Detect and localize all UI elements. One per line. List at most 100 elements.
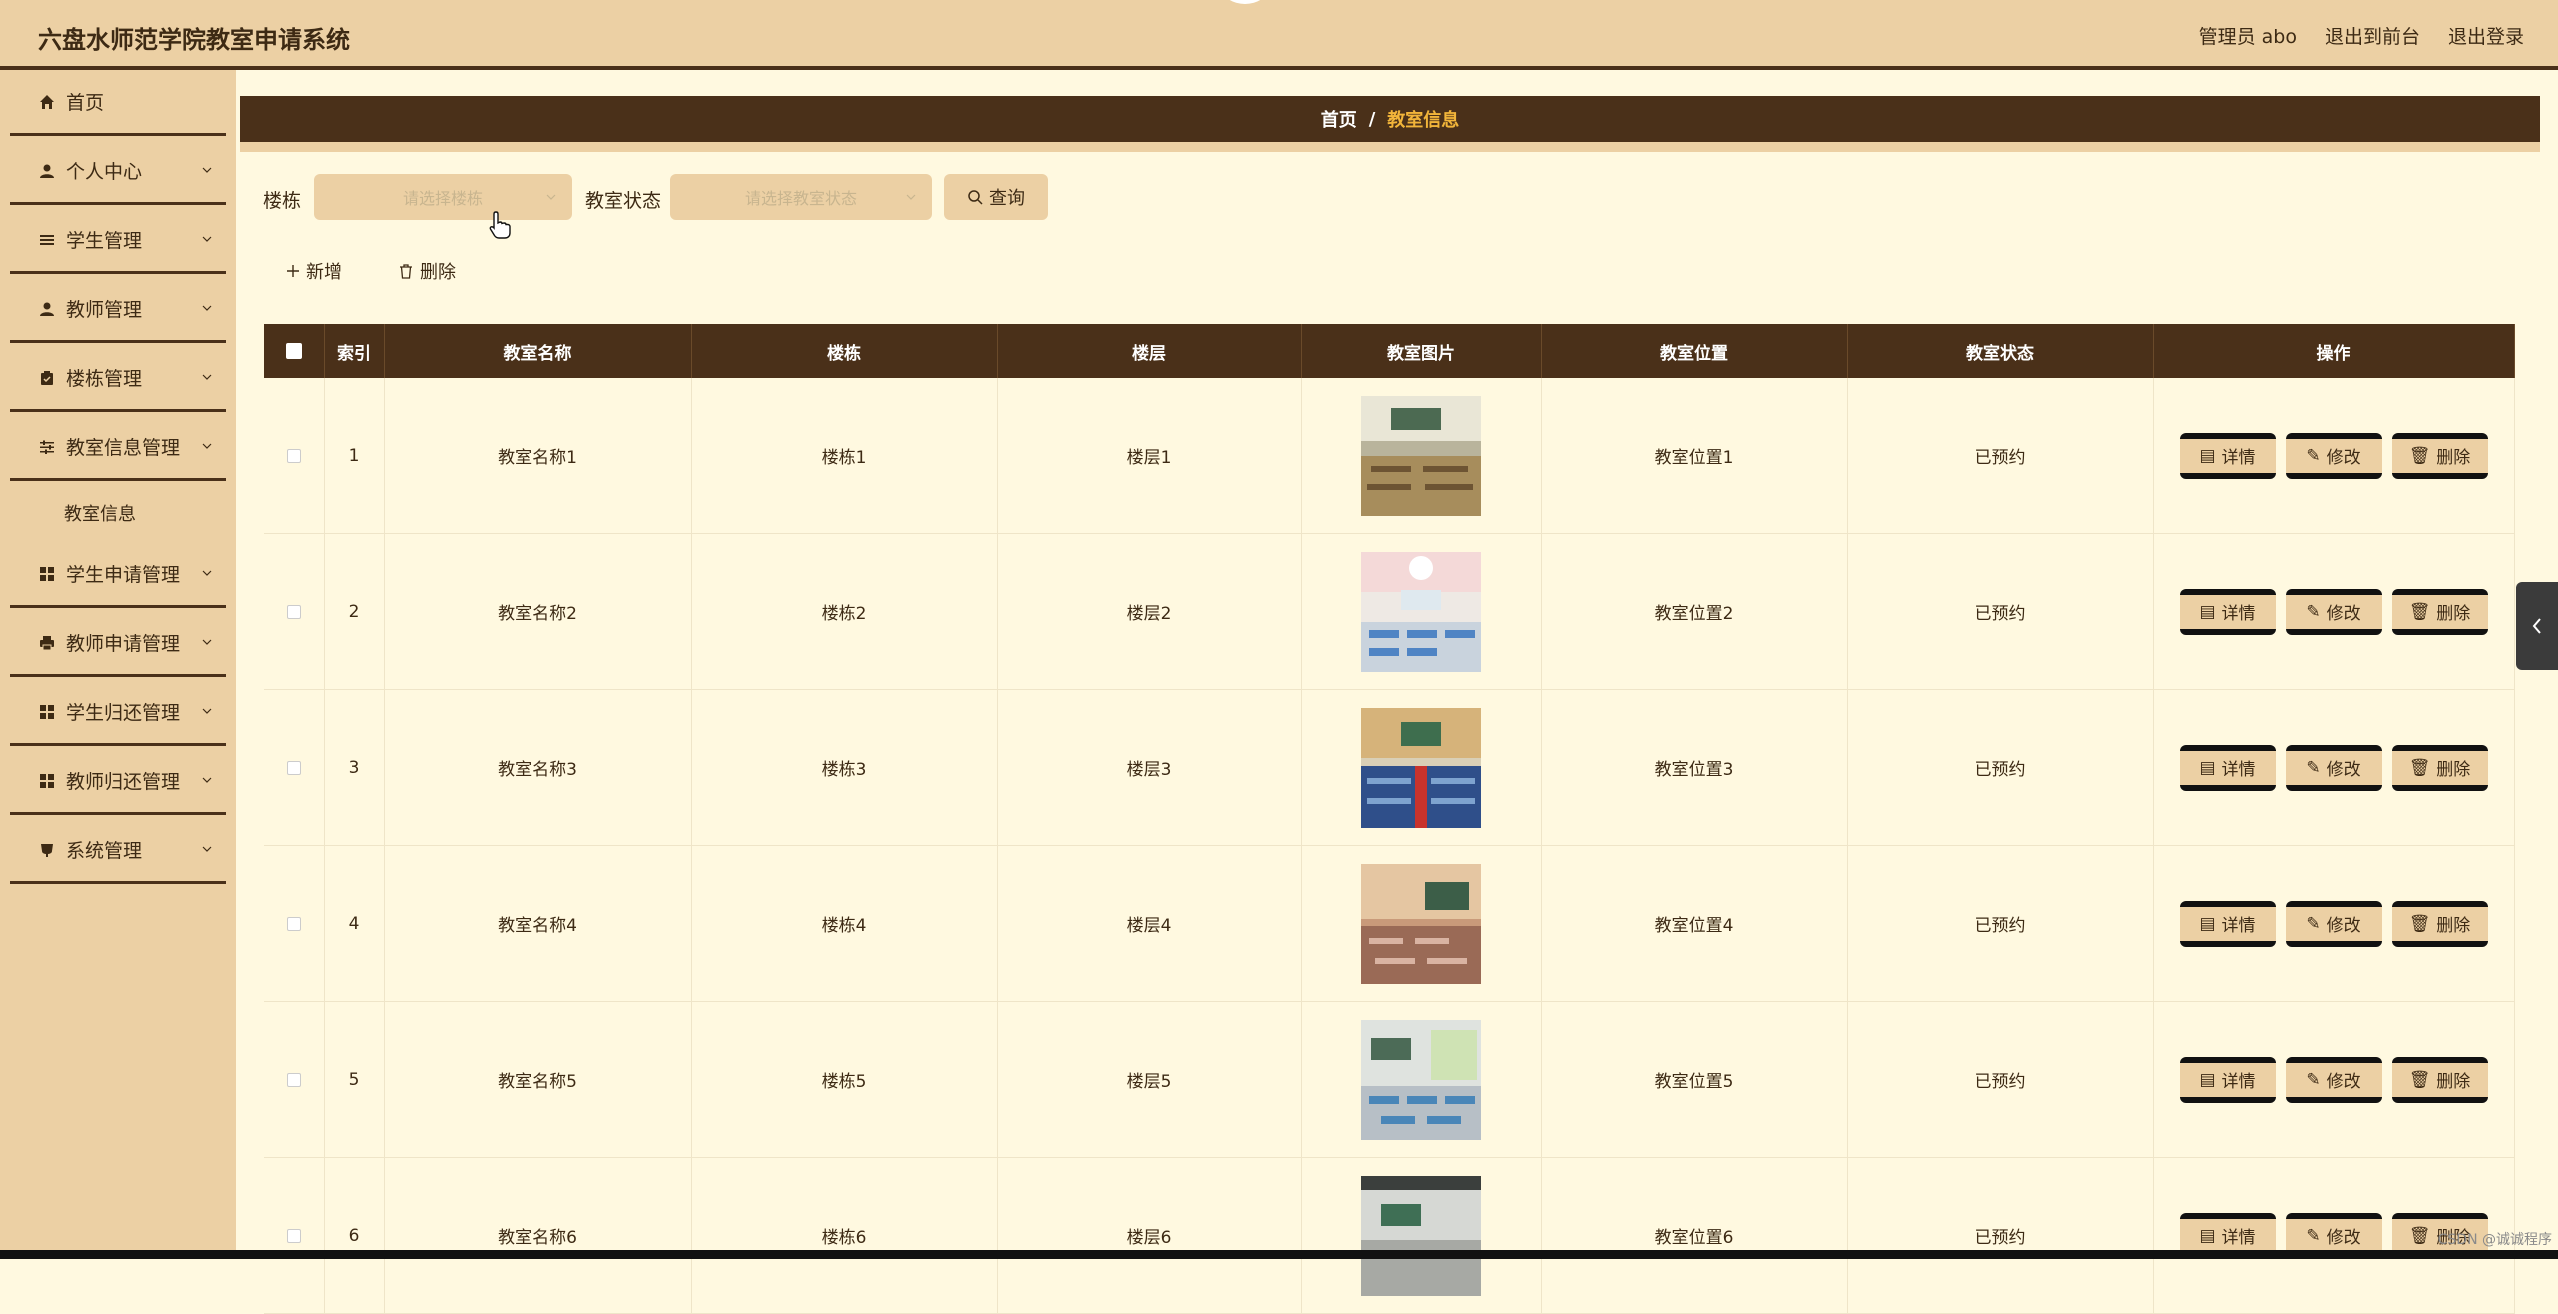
plus-icon bbox=[287, 265, 299, 277]
sidebar-item-label: 系统管理 bbox=[66, 840, 143, 862]
edit-button[interactable]: ✎ 修改 bbox=[2285, 744, 2382, 791]
row-checkbox[interactable] bbox=[286, 916, 301, 931]
row-checkbox[interactable] bbox=[286, 1072, 301, 1087]
column-header-building: 楼栋 bbox=[691, 324, 998, 378]
cell-name: 教室名称4 bbox=[384, 845, 692, 1002]
building-select[interactable]: 请选择楼栋 bbox=[314, 174, 572, 220]
delete-button[interactable]: 🗑 删除 bbox=[2391, 900, 2488, 947]
detail-button-label: 详情 bbox=[2221, 916, 2256, 936]
home-icon bbox=[38, 93, 56, 111]
cell-floor: 楼层6 bbox=[997, 1157, 1302, 1314]
breadcrumb-separator: / bbox=[1368, 108, 1376, 130]
edit-button[interactable]: ✎ 修改 bbox=[2285, 900, 2382, 947]
cell-status: 已预约 bbox=[1847, 378, 2154, 534]
edit-button[interactable]: ✎ 修改 bbox=[2285, 1056, 2382, 1103]
status-select[interactable]: 请选择教室状态 bbox=[670, 174, 932, 220]
chevron-down-icon bbox=[202, 305, 212, 311]
app-title: 六盘水师范学院教室申请系统 bbox=[38, 26, 350, 54]
row-checkbox[interactable] bbox=[286, 1228, 301, 1243]
detail-button[interactable]: ▤ 详情 bbox=[2179, 432, 2276, 479]
query-button[interactable]: 查询 bbox=[944, 174, 1048, 220]
sidebar-item-teacher-returns[interactable]: 教师归还管理 bbox=[10, 749, 226, 815]
column-header-location: 教室位置 bbox=[1541, 324, 1848, 378]
add-button[interactable]: 新增 bbox=[286, 258, 342, 284]
delete-button[interactable]: 🗑 删除 bbox=[2391, 588, 2488, 635]
user-icon bbox=[38, 300, 56, 318]
cell-floor: 楼层3 bbox=[997, 689, 1302, 846]
sidebar-item-personal[interactable]: 个人中心 bbox=[10, 139, 226, 205]
breadcrumb: 首页 / 教室信息 bbox=[240, 96, 2540, 152]
select-all-cell bbox=[264, 324, 325, 378]
cell-image bbox=[1301, 533, 1542, 690]
bulk-delete-button[interactable]: 删除 bbox=[398, 258, 456, 284]
cell-actions: ▤ 详情 ✎ 修改 🗑 删除 bbox=[2153, 378, 2515, 534]
sidebar-item-system[interactable]: 系统管理 bbox=[10, 818, 226, 884]
logout-link[interactable]: 退出登录 bbox=[2448, 22, 2524, 49]
cell-location: 教室位置1 bbox=[1541, 378, 1848, 534]
chevron-down-icon bbox=[546, 194, 556, 200]
cell-location: 教室位置2 bbox=[1541, 533, 1848, 690]
detail-button[interactable]: ▤ 详情 bbox=[2179, 1056, 2276, 1103]
edit-button[interactable]: ✎ 修改 bbox=[2285, 432, 2382, 479]
printer-icon bbox=[38, 634, 56, 652]
delete-button[interactable]: 🗑 删除 bbox=[2391, 432, 2488, 479]
cell-actions: ▤ 详情 ✎ 修改 🗑 删除 bbox=[2153, 689, 2515, 846]
building-select-placeholder: 请选择楼栋 bbox=[402, 189, 483, 208]
search-icon bbox=[968, 190, 983, 205]
sidebar-item-teacher-applications[interactable]: 教师申请管理 bbox=[10, 611, 226, 677]
row-checkbox[interactable] bbox=[286, 448, 301, 463]
edit-button[interactable]: ✎ 修改 bbox=[2285, 588, 2382, 635]
breadcrumb-home[interactable]: 首页 bbox=[1321, 106, 1357, 132]
edit-button-label: 修改 bbox=[2326, 448, 2361, 468]
sidebar-item-student-applications[interactable]: 学生申请管理 bbox=[10, 542, 226, 608]
side-panel-toggle[interactable] bbox=[2516, 582, 2558, 670]
chevron-down-icon bbox=[202, 570, 212, 576]
cell-building: 楼栋4 bbox=[691, 845, 998, 1002]
cell-location: 教室位置4 bbox=[1541, 845, 1848, 1002]
sidebar-item-label: 个人中心 bbox=[66, 161, 143, 183]
status-filter-label: 教室状态 bbox=[585, 190, 662, 212]
edit-icon: ✎ bbox=[2306, 1225, 2321, 1246]
document-icon: ▤ bbox=[2199, 913, 2216, 934]
sidebar-subitem-classroom-info[interactable]: 教室信息 bbox=[10, 484, 226, 542]
top-bar: 六盘水师范学院教室申请系统 管理员 abo 退出到前台 退出登录 bbox=[0, 0, 2558, 70]
classroom-photo bbox=[1361, 863, 1481, 984]
chevron-down-icon bbox=[202, 777, 212, 783]
cell-status: 已预约 bbox=[1847, 1157, 2154, 1314]
edit-icon: ✎ bbox=[2306, 1069, 2321, 1090]
sidebar-item-home[interactable]: 首页 bbox=[10, 70, 226, 136]
grid-icon bbox=[38, 565, 56, 583]
sidebar-item-teachers[interactable]: 教师管理 bbox=[10, 277, 226, 343]
edit-icon: ✎ bbox=[2306, 757, 2321, 778]
detail-button[interactable]: ▤ 详情 bbox=[2179, 900, 2276, 947]
delete-button-label: 删除 bbox=[2436, 604, 2471, 624]
document-icon: ▤ bbox=[2199, 1225, 2216, 1246]
sidebar-item-label: 学生申请管理 bbox=[66, 564, 181, 586]
cell-image bbox=[1301, 1001, 1542, 1158]
delete-button[interactable]: 🗑 删除 bbox=[2391, 1056, 2488, 1103]
table-row: 6 教室名称6 楼栋6 楼层6 教室位置6 已预约 ▤ 详情 ✎ 修改 🗑 删除 bbox=[264, 1157, 2515, 1314]
detail-button-label: 详情 bbox=[2221, 448, 2256, 468]
delete-button-label: 删除 bbox=[2436, 448, 2471, 468]
sidebar-item-classroom-info-mgmt[interactable]: 教室信息管理 bbox=[10, 415, 226, 481]
edit-icon: ✎ bbox=[2306, 913, 2321, 934]
select-all-checkbox[interactable] bbox=[285, 343, 302, 359]
trash-icon: 🗑 bbox=[2408, 913, 2431, 934]
hand-cursor-icon bbox=[489, 211, 511, 239]
detail-button[interactable]: ▤ 详情 bbox=[2179, 744, 2276, 791]
sidebar-item-buildings[interactable]: 楼栋管理 bbox=[10, 346, 226, 412]
delete-button-label: 删除 bbox=[2436, 916, 2471, 936]
grid-icon bbox=[38, 772, 56, 790]
sidebar-item-students[interactable]: 学生管理 bbox=[10, 208, 226, 274]
delete-button[interactable]: 🗑 删除 bbox=[2391, 744, 2488, 791]
cell-name: 教室名称1 bbox=[384, 378, 692, 534]
chevron-down-icon bbox=[202, 639, 212, 645]
sliders-icon bbox=[38, 438, 56, 456]
row-checkbox[interactable] bbox=[286, 760, 301, 775]
exit-to-front-link[interactable]: 退出到前台 bbox=[2325, 22, 2420, 49]
sidebar-item-student-returns[interactable]: 学生归还管理 bbox=[10, 680, 226, 746]
row-checkbox[interactable] bbox=[286, 604, 301, 619]
document-icon: ▤ bbox=[2199, 757, 2216, 778]
edit-button-label: 修改 bbox=[2326, 1228, 2361, 1248]
detail-button[interactable]: ▤ 详情 bbox=[2179, 588, 2276, 635]
